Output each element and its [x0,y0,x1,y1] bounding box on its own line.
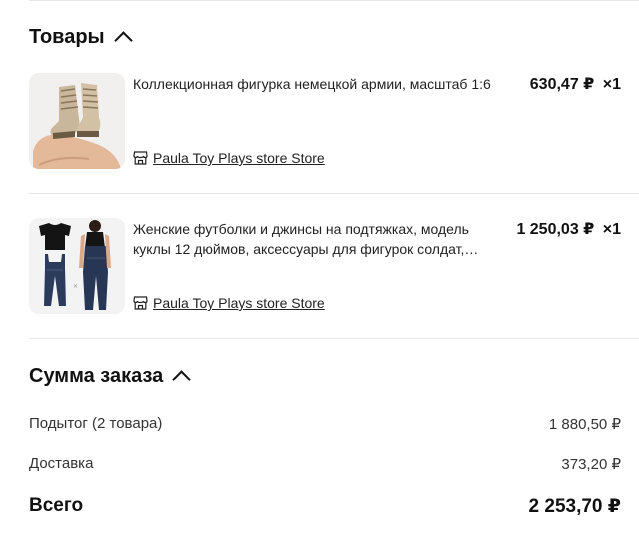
subtotal-value: 1 880,50 ₽ [548,416,621,433]
delivery-label: Доставка [29,455,94,472]
store-name[interactable]: Paula Toy Plays store Store [153,295,325,311]
product-title[interactable]: Женские футболки и джинсы на подтяжках, … [133,219,503,259]
product-image[interactable] [29,73,125,169]
items-section-header[interactable]: Товары [29,26,133,50]
product-price: 630,47 ₽ ×1 [530,74,621,94]
top-divider [29,0,639,1]
store-icon [133,296,148,310]
total-row: Всего 2 253,70 ₽ [29,495,621,518]
product-item: Коллекционная фигурка немецкой армии, ма… [29,73,621,173]
subtotal-label: Подытог (2 товара) [29,415,163,432]
subtotal-row: Подытог (2 товара) 1 880,50 ₽ [29,415,621,433]
delivery-value: 373,20 ₽ [561,456,621,473]
store-name[interactable]: Paula Toy Plays store Store [153,150,325,166]
chevron-up-icon[interactable] [172,370,191,389]
summary-section-title: Сумма заказа [29,365,164,387]
summary-section-header[interactable]: Сумма заказа [29,365,191,389]
items-section-title: Товары [29,26,105,48]
total-label: Всего [29,495,84,516]
product-title[interactable]: Коллекционная фигурка немецкой армии, ма… [133,74,503,94]
product-divider [29,193,639,194]
total-value: 2 253,70 ₽ [528,496,621,517]
store-link[interactable]: Paula Toy Plays store Store [133,150,325,166]
svg-text:✕: ✕ [73,283,78,290]
store-icon [133,151,148,165]
quantity: ×1 [602,221,621,238]
boots-figure-image [29,73,125,169]
overalls-image: ✕ [29,218,125,314]
delivery-row: Доставка 373,20 ₽ [29,455,621,473]
price-value: 1 250,03 ₽ [516,221,595,238]
price-value: 630,47 ₽ [529,76,595,93]
chevron-up-icon[interactable] [113,31,133,50]
section-divider [29,338,639,339]
product-item: ✕ Женские футболки и джинсы на подтяжках… [29,218,621,318]
product-image[interactable]: ✕ [29,218,125,314]
quantity: ×1 [602,76,621,93]
store-link[interactable]: Paula Toy Plays store Store [133,295,325,311]
product-price: 1 250,03 ₽ ×1 [516,219,621,239]
